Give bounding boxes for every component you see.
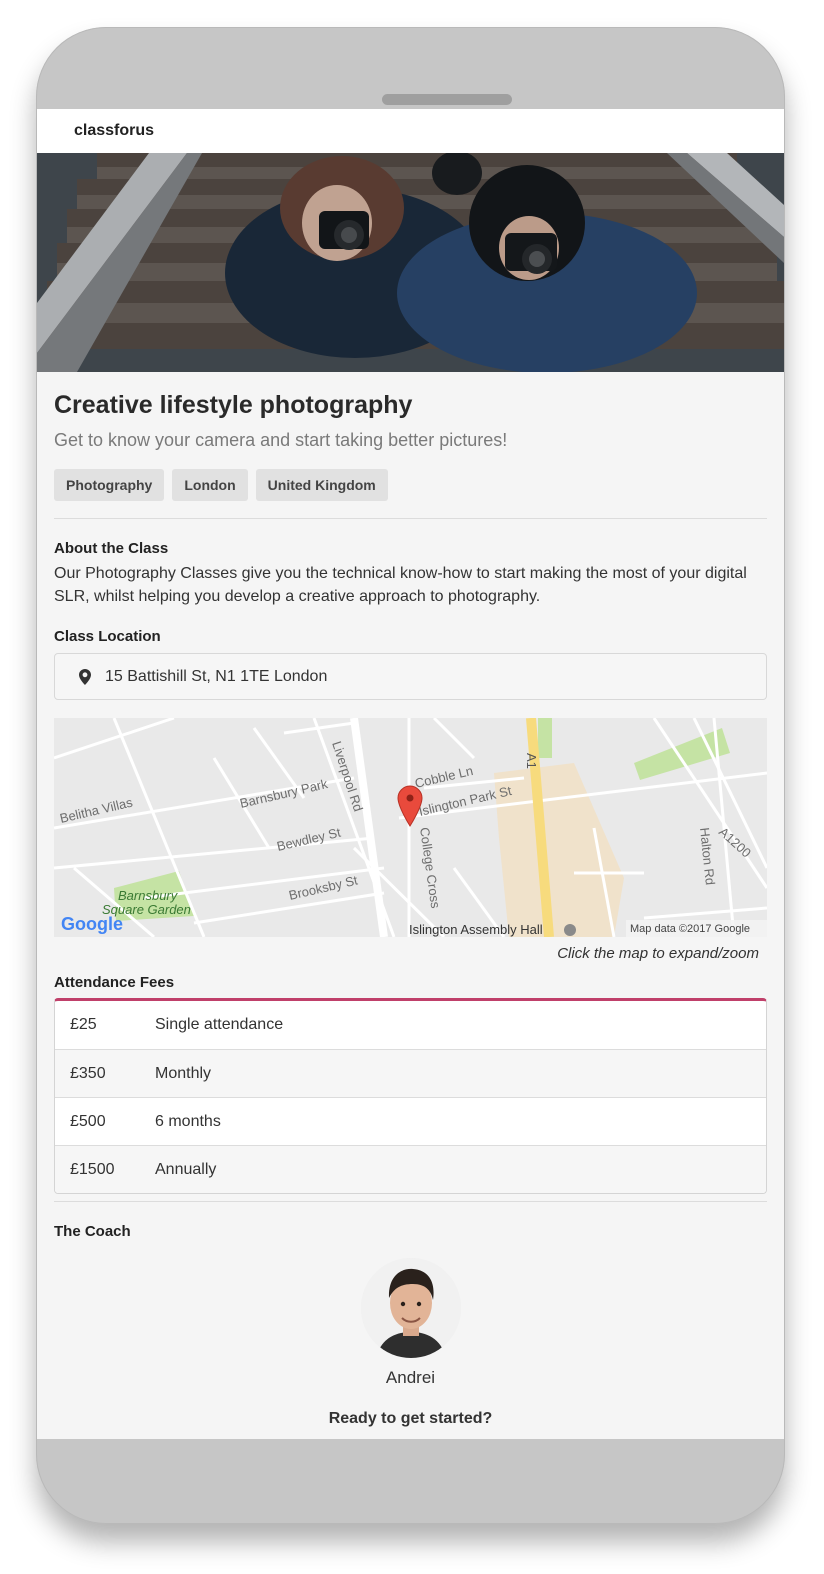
section-divider (54, 1201, 767, 1202)
location-heading: Class Location (54, 628, 161, 645)
location-address: 15 Battishill St, N1 1TE London (105, 667, 328, 685)
page-title: Creative lifestyle photography (54, 391, 413, 419)
app-screen: classforus Creative lifestyle photograph… (37, 109, 784, 1439)
tag-city[interactable]: London (172, 469, 248, 501)
app-bar: classforus (37, 109, 784, 153)
phone-speaker (382, 94, 512, 105)
tag-category[interactable]: Photography (54, 469, 165, 501)
google-logo: Google (61, 914, 123, 934)
coach-name: Andrei (385, 1368, 436, 1387)
map-caption: Click the map to expand/zoom (557, 945, 759, 962)
map-attribution[interactable]: Map data ©2017 Google (630, 923, 750, 935)
fee-label: Monthly (155, 1064, 212, 1082)
location-map[interactable]: Belitha Villas Barnsbury Park Liverpool … (54, 718, 767, 937)
hero-image (37, 153, 784, 372)
fee-row: £500 6 months (55, 1097, 766, 1145)
fee-label: Annually (155, 1160, 217, 1178)
fee-label: Single attendance (155, 1016, 284, 1033)
section-divider (54, 518, 767, 519)
fee-price: £1500 (70, 1160, 115, 1178)
fee-price: £350 (70, 1064, 106, 1082)
tag-country[interactable]: United Kingdom (255, 469, 388, 501)
cta-heading: Ready to get started? (328, 1410, 493, 1427)
page-subtitle: Get to know your camera and start taking… (54, 430, 508, 450)
map-marker-icon (79, 668, 91, 685)
fee-row: £350 Monthly (55, 1049, 766, 1097)
fee-row: £1500 Annually (55, 1145, 766, 1193)
brand-logo[interactable]: classforus (74, 122, 154, 140)
about-heading: About the Class (54, 540, 169, 557)
fee-row: £25 Single attendance (55, 1001, 766, 1049)
fees-table: £25 Single attendance £350 Monthly £500 … (54, 998, 767, 1194)
fee-label: 6 months (155, 1112, 221, 1130)
fees-heading: Attendance Fees (54, 974, 175, 991)
coach-heading: The Coach (54, 1223, 131, 1240)
tag-list: Photography London United Kingdom (54, 469, 767, 501)
fee-price: £25 (70, 1016, 97, 1033)
avatar[interactable] (360, 1258, 461, 1358)
map-label: A1 (524, 753, 539, 769)
coach-card: Andrei (54, 1258, 767, 1388)
map-label: Barnsbury (118, 888, 179, 903)
map-label: Islington Assembly Hall (409, 922, 543, 937)
location-address-box: 15 Battishill St, N1 1TE London (54, 653, 767, 700)
about-text: Our Photography Classes give you the tec… (54, 565, 747, 605)
fee-price: £500 (70, 1112, 106, 1130)
